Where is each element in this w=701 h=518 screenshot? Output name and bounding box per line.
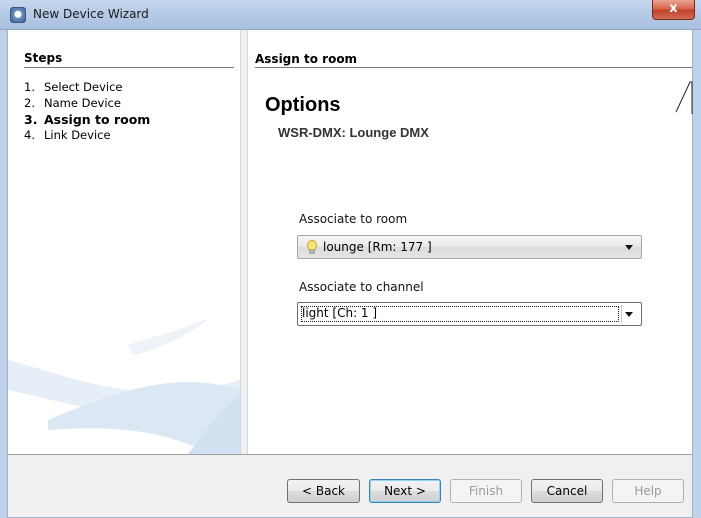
step-number: 4.: [24, 128, 35, 142]
device-subtitle: WSR-DMX: Lounge DMX: [278, 125, 429, 140]
content-pane: Assign to room Options WSR-DMX: Lounge D…: [248, 30, 693, 454]
next-button[interactable]: Next >: [369, 479, 441, 503]
options-title: Options: [265, 94, 341, 116]
window-frame-left: [0, 30, 8, 518]
page-heading: Assign to room: [255, 52, 358, 66]
room-field-label: Associate to room: [299, 212, 408, 226]
app-icon: [10, 7, 26, 23]
decorative-swoosh: [8, 320, 240, 454]
step-number: 2.: [24, 96, 35, 110]
window-title: New Device Wizard: [33, 7, 149, 21]
step-label: Name Device: [44, 96, 121, 110]
finish-button[interactable]: Finish: [450, 479, 522, 503]
channel-field-label: Associate to channel: [299, 280, 424, 294]
title-bar: New Device Wizard x: [0, 0, 701, 30]
step-name-device: 2. Name Device: [24, 97, 121, 110]
step-label: Assign to room: [44, 112, 151, 127]
back-button[interactable]: < Back: [287, 479, 360, 503]
close-button[interactable]: x: [652, 0, 695, 20]
page-heading-divider: [255, 67, 692, 68]
step-number: 1.: [24, 80, 35, 94]
pane-divider: [240, 30, 248, 454]
dropdown-separator: [621, 305, 622, 323]
light-bulb-icon: [307, 240, 317, 254]
step-select-device: 1. Select Device: [24, 81, 122, 94]
chevron-down-icon: [625, 312, 633, 317]
steps-heading: Steps: [24, 51, 63, 65]
close-icon: x: [669, 1, 678, 16]
step-assign-to-room: 3. Assign to room: [24, 113, 150, 126]
step-label: Select Device: [44, 80, 123, 94]
step-number: 3.: [24, 112, 38, 127]
steps-divider: [24, 67, 234, 68]
room-dropdown-value: lounge [Rm: 177 ]: [323, 240, 432, 254]
button-bar: < Back Next > Finish Cancel Help: [8, 454, 692, 518]
chevron-down-icon: [625, 245, 633, 250]
help-button[interactable]: Help: [612, 479, 684, 503]
steps-pane: Steps 1. Select Device 2. Name Device 3. As…: [8, 30, 240, 454]
step-link-device: 4. Link Device: [24, 129, 111, 142]
channel-dropdown-value: light [Ch: 1 ]: [302, 306, 378, 320]
room-dropdown[interactable]: lounge [Rm: 177 ]: [297, 235, 642, 259]
channel-dropdown[interactable]: light [Ch: 1 ]: [297, 302, 642, 326]
cancel-button[interactable]: Cancel: [531, 479, 603, 503]
step-label: Link Device: [44, 128, 111, 142]
corner-decoration: [675, 81, 693, 114]
